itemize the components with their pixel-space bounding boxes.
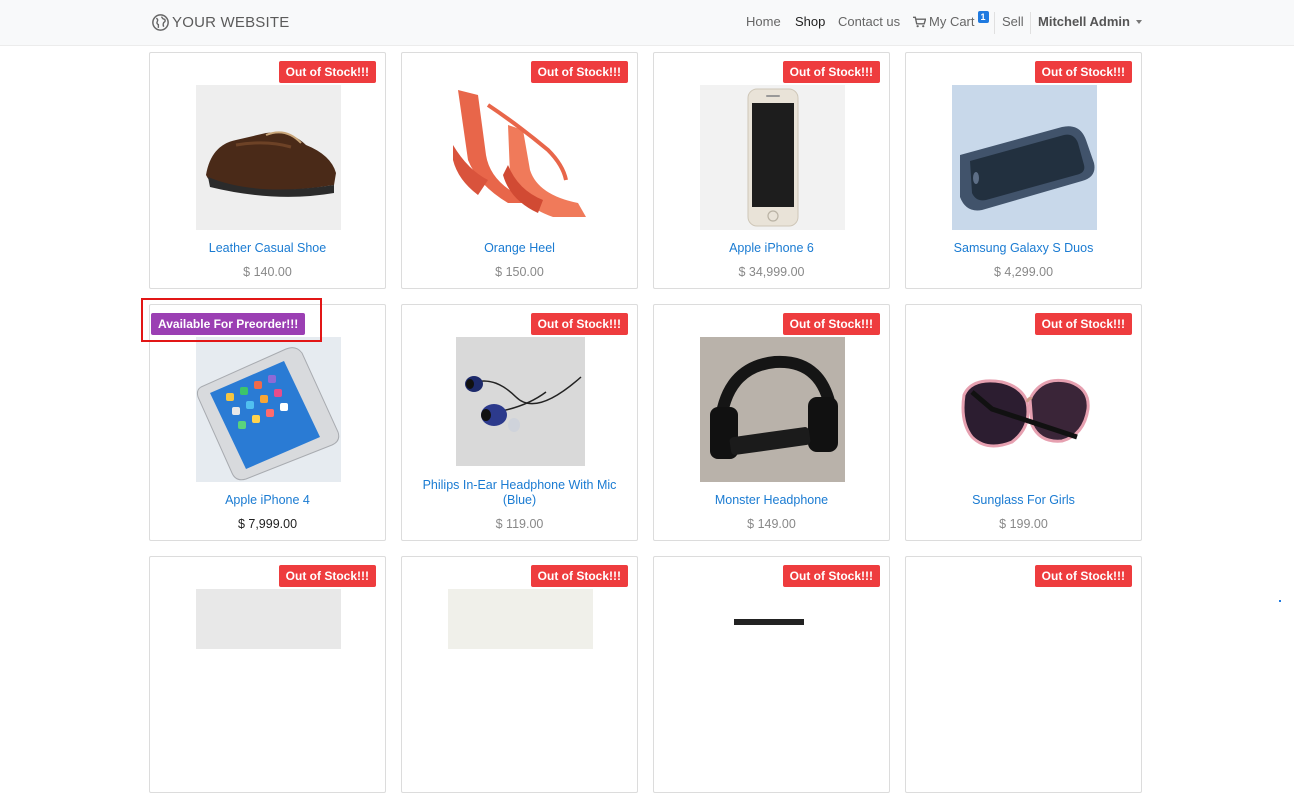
out-of-stock-ribbon: Out of Stock!!! <box>1034 61 1132 83</box>
nav-divider <box>1030 12 1031 34</box>
highlight-box <box>141 298 322 342</box>
headphone-image[interactable] <box>700 337 845 482</box>
product-name-link[interactable]: Apple iPhone 4 <box>160 493 375 508</box>
iphone-image[interactable] <box>196 337 341 482</box>
out-of-stock-ribbon: Out of Stock!!! <box>782 313 880 335</box>
product-card[interactable]: Out of Stock!!! Sunglass For Girls $ 199… <box>905 304 1142 541</box>
product-name-link[interactable]: Apple iPhone 6 <box>664 241 879 256</box>
product-image[interactable] <box>734 619 804 625</box>
caret-down-icon <box>1135 20 1142 24</box>
cart-icon <box>913 16 926 27</box>
nav-divider <box>994 12 995 34</box>
product-name-link[interactable]: Sunglass For Girls <box>916 493 1131 508</box>
orange-heel-image[interactable] <box>448 85 593 230</box>
product-name-link[interactable]: Leather Casual Shoe <box>160 241 375 256</box>
product-name-link[interactable]: Samsung Galaxy S Duos <box>916 241 1131 256</box>
product-card[interactable]: Out of Stock!!! <box>149 556 386 793</box>
globe-icon <box>152 13 169 31</box>
out-of-stock-ribbon: Out of Stock!!! <box>1034 313 1132 335</box>
nav-home[interactable]: Home <box>746 14 781 29</box>
user-name: Mitchell Admin <box>1038 14 1130 29</box>
product-price: $ 7,999.00 <box>237 517 298 531</box>
product-card[interactable]: Out of Stock!!! <box>905 556 1142 793</box>
product-name-link[interactable]: Orange Heel <box>412 241 627 256</box>
out-of-stock-ribbon: Out of Stock!!! <box>278 565 376 587</box>
product-price: $ 149.00 <box>747 517 796 531</box>
product-card[interactable]: Out of Stock!!! Apple iPhone 6 $ 34,999.… <box>653 52 890 289</box>
product-price: $ 150.00 <box>495 265 544 279</box>
out-of-stock-ribbon: Out of Stock!!! <box>530 313 628 335</box>
iphone-image[interactable] <box>700 85 845 230</box>
brand-logo[interactable]: YOUR WEBSITE <box>152 12 289 32</box>
out-of-stock-ribbon: Out of Stock!!! <box>1034 565 1132 587</box>
nav-my-cart[interactable]: My Cart 1 <box>913 10 989 29</box>
product-name-link[interactable]: Philips In-Ear Headphone With Mic (Blue) <box>412 478 627 508</box>
out-of-stock-ribbon: Out of Stock!!! <box>782 61 880 83</box>
nav-shop[interactable]: Shop <box>795 14 825 29</box>
top-navbar: YOUR WEBSITE Home Shop Contact us My Car… <box>0 0 1294 46</box>
out-of-stock-ribbon: Out of Stock!!! <box>782 565 880 587</box>
product-card[interactable]: Out of Stock!!! Monster Headphone $ 149.… <box>653 304 890 541</box>
user-menu-dropdown[interactable]: Mitchell Admin <box>1038 14 1142 29</box>
leather-shoe-image[interactable] <box>196 85 341 230</box>
product-card[interactable]: Out of Stock!!! Leather Casual Shoe $ 14… <box>149 52 386 289</box>
out-of-stock-ribbon: Out of Stock!!! <box>278 61 376 83</box>
cart-count-badge: 1 <box>977 10 989 23</box>
product-price: $ 34,999.00 <box>738 265 805 279</box>
product-price: $ 119.00 <box>495 517 544 531</box>
cart-label: My Cart <box>929 14 975 29</box>
scroll-indicator <box>1279 600 1281 602</box>
product-image[interactable] <box>448 589 593 649</box>
earphones-image[interactable] <box>456 337 585 466</box>
product-card[interactable]: Out of Stock!!! Samsung Galaxy S Duos $ … <box>905 52 1142 289</box>
product-name-link[interactable]: Monster Headphone <box>664 493 879 508</box>
nav-sell[interactable]: Sell <box>1002 14 1024 29</box>
brand-text: YOUR WEBSITE <box>172 13 290 31</box>
out-of-stock-ribbon: Out of Stock!!! <box>530 565 628 587</box>
samsung-phone-image[interactable] <box>952 85 1097 230</box>
product-card[interactable]: Out of Stock!!! <box>401 556 638 793</box>
product-card[interactable]: Out of Stock!!! Orange Heel $ 150.00 <box>401 52 638 289</box>
product-price: $ 199.00 <box>999 517 1048 531</box>
product-price: $ 140.00 <box>243 265 292 279</box>
sunglasses-image[interactable] <box>952 337 1097 482</box>
product-card[interactable]: Out of Stock!!! Philips In-Ear Headphone… <box>401 304 638 541</box>
out-of-stock-ribbon: Out of Stock!!! <box>530 61 628 83</box>
product-card[interactable]: Out of Stock!!! <box>653 556 890 793</box>
nav-contact-us[interactable]: Contact us <box>838 14 900 29</box>
product-price: $ 4,299.00 <box>993 265 1054 279</box>
product-image[interactable] <box>196 589 341 649</box>
